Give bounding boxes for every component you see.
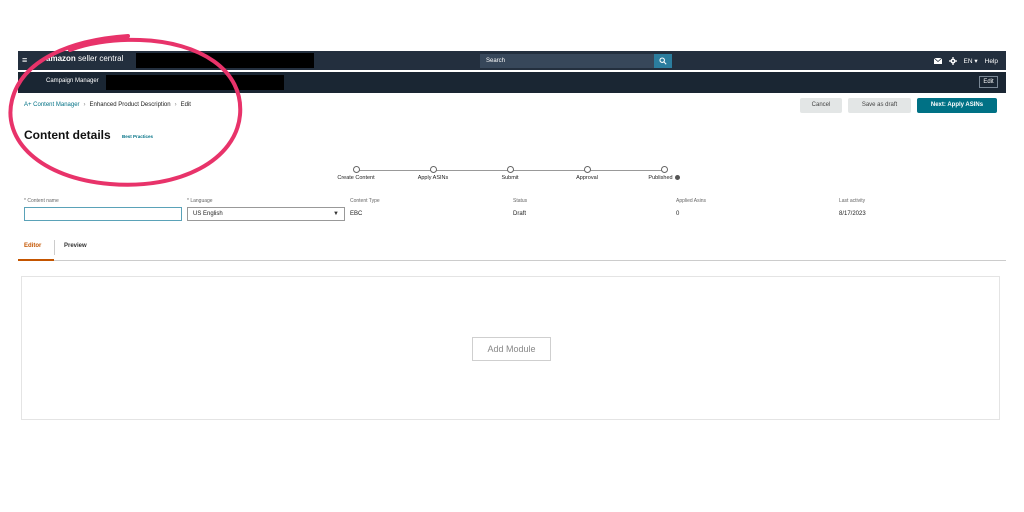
- logo-suffix: seller central: [75, 54, 124, 63]
- sub-nav-bar: Campaign Manager Edit: [18, 72, 1006, 93]
- next-apply-asins-button[interactable]: Next: Apply ASINs: [917, 98, 997, 113]
- magnifier-icon: [659, 57, 667, 65]
- step-label: Approval: [576, 175, 598, 181]
- step-published: Published: [634, 166, 694, 181]
- info-icon[interactable]: [674, 175, 680, 181]
- step-label: Create Content: [337, 175, 375, 181]
- editor-canvas: Add Module: [21, 276, 1000, 420]
- editor-tabs: Editor Preview: [18, 240, 1006, 261]
- step-dot: [506, 166, 514, 173]
- status-label: Status: [513, 198, 528, 204]
- progress-stepper: Create Content Apply ASINs Submit Approv…: [330, 166, 690, 186]
- breadcrumb-enhanced-product-description[interactable]: Enhanced Product Description: [90, 102, 171, 108]
- breadcrumb-separator: ›: [83, 102, 86, 108]
- top-nav-bar: ≡ amazon seller central Search EN ▾ Help: [18, 51, 1006, 70]
- last-activity-label: Last activity: [839, 198, 866, 204]
- add-module-button[interactable]: Add Module: [472, 337, 551, 361]
- step-dot: [583, 166, 591, 173]
- step-label: Apply ASINs: [417, 175, 449, 181]
- last-activity-value: 8/17/2023: [839, 211, 866, 217]
- cancel-button[interactable]: Cancel: [800, 98, 842, 113]
- save-as-draft-button[interactable]: Save as draft: [848, 98, 911, 113]
- step-label: Submit: [501, 175, 519, 181]
- breadcrumb-edit: Edit: [180, 102, 191, 108]
- envelope-icon[interactable]: [933, 58, 942, 64]
- hamburger-menu-icon[interactable]: ≡: [22, 55, 31, 66]
- content-type-value: EBC: [350, 211, 363, 217]
- step-dot: [429, 166, 437, 173]
- step-apply-asins: Apply ASINs: [403, 166, 463, 181]
- subbar-edit-button[interactable]: Edit: [979, 76, 998, 88]
- applied-asins-label: Applied Asins: [676, 198, 707, 204]
- language-label: * Language: [187, 198, 213, 204]
- content-type-label: Content Type: [350, 198, 380, 204]
- redacted-block: [136, 53, 314, 68]
- language-selector[interactable]: EN ▾: [964, 57, 978, 65]
- campaign-manager-link[interactable]: Campaign Manager: [46, 78, 99, 84]
- redacted-block: [106, 75, 284, 90]
- search-button[interactable]: [654, 54, 672, 68]
- step-published-label: Published: [648, 175, 673, 181]
- help-link[interactable]: Help: [985, 58, 998, 65]
- content-name-field[interactable]: [24, 207, 182, 221]
- chevron-down-icon: ▼: [333, 211, 339, 217]
- gear-icon[interactable]: [948, 57, 957, 65]
- tab-editor[interactable]: Editor: [24, 243, 41, 249]
- search-input[interactable]: Search: [480, 54, 654, 68]
- step-submit: Submit: [480, 166, 540, 181]
- step-label: Published: [634, 175, 694, 181]
- step-approval: Approval: [557, 166, 617, 181]
- active-tab-indicator: [18, 259, 54, 261]
- breadcrumb-separator: ›: [174, 102, 177, 108]
- page-actions: Cancel Save as draft Next: Apply ASINs: [800, 98, 997, 113]
- page-title: Content details: [24, 128, 111, 142]
- best-practices-link[interactable]: Best Practices: [122, 134, 153, 139]
- applied-asins-value: 0: [676, 211, 680, 217]
- breadcrumb: A+ Content Manager › Enhanced Product Desc…: [24, 102, 191, 108]
- logo-brand: amazon: [46, 54, 76, 63]
- breadcrumb-aplus-content-manager[interactable]: A+ Content Manager: [24, 102, 80, 108]
- content-name-label: * Content name: [24, 198, 59, 204]
- tab-preview[interactable]: Preview: [64, 243, 87, 249]
- step-dot: [352, 166, 360, 173]
- status-value: Draft: [513, 211, 527, 217]
- tab-divider: [54, 240, 55, 255]
- language-select[interactable]: US English ▼: [187, 207, 345, 221]
- seller-central-logo[interactable]: amazon seller central: [46, 54, 123, 63]
- step-create-content: Create Content: [326, 166, 386, 181]
- language-select-value: US English: [193, 211, 223, 217]
- top-nav-utilities: EN ▾ Help: [933, 54, 998, 68]
- step-dot: [660, 166, 668, 173]
